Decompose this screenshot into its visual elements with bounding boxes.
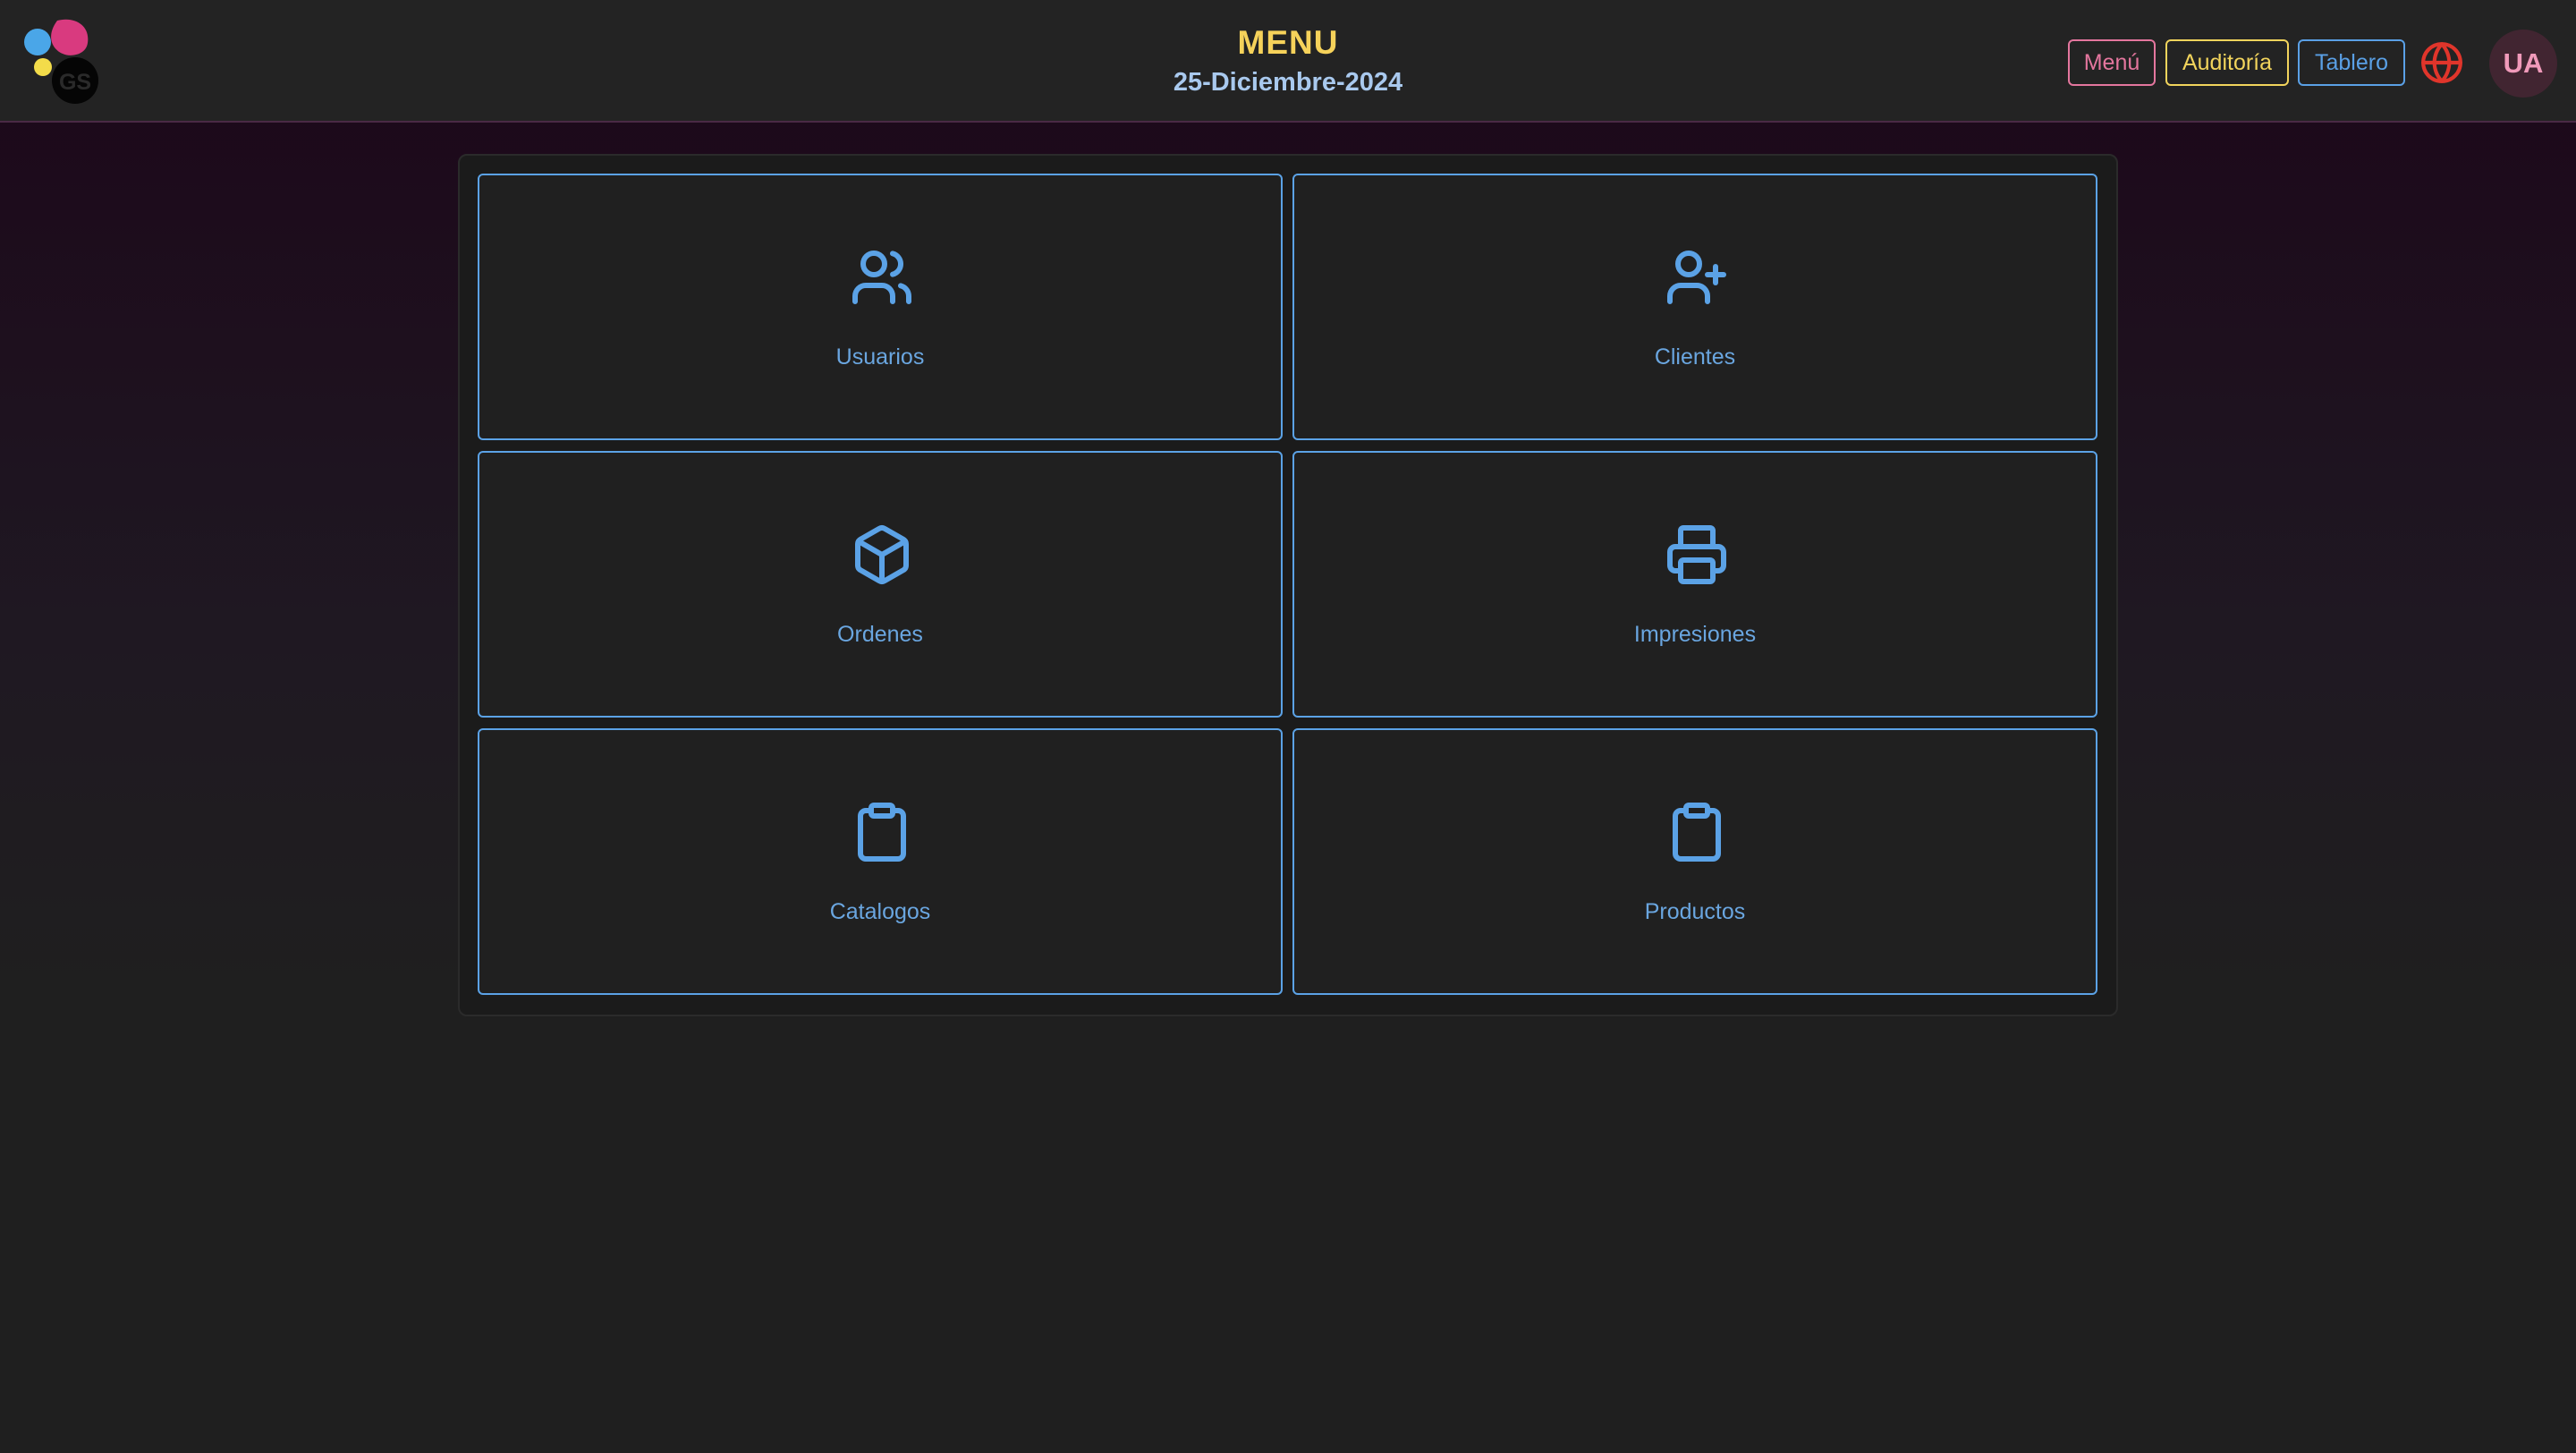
card-catalogos[interactable]: Catalogos: [478, 728, 1283, 995]
app-logo[interactable]: GS: [23, 18, 104, 107]
globe-icon[interactable]: [2419, 40, 2464, 85]
card-usuarios[interactable]: Usuarios: [478, 174, 1283, 440]
card-label: Clientes: [1654, 344, 1736, 370]
card-label: Productos: [1644, 899, 1746, 924]
current-date: 25-Diciembre-2024: [1173, 68, 1403, 97]
audit-button[interactable]: Auditoría: [2165, 39, 2289, 86]
users-icon: [852, 251, 911, 304]
user-avatar[interactable]: UA: [2489, 30, 2557, 98]
card-clientes[interactable]: Clientes: [1292, 174, 2097, 440]
card-label: Impresiones: [1633, 622, 1757, 647]
card-ordenes[interactable]: Ordenes: [478, 451, 1283, 718]
card-productos[interactable]: Productos: [1292, 728, 2097, 995]
menu-button[interactable]: Menú: [2068, 39, 2156, 86]
top-header: GS MENU 25-Diciembre-2024 Menú Auditoría…: [0, 0, 2576, 123]
card-impresiones[interactable]: Impresiones: [1292, 451, 2097, 718]
clipboard-icon: [858, 803, 906, 862]
card-label: Catalogos: [829, 899, 931, 924]
user-plus-icon: [1667, 251, 1726, 304]
clipboard-icon: [1673, 803, 1721, 862]
logo-text: GS: [59, 70, 91, 95]
menu-panel: Usuarios Clientes Ordenes Impresiones Ca…: [458, 154, 2118, 1016]
title-block: MENU 25-Diciembre-2024: [1109, 23, 1467, 100]
package-icon: [855, 525, 909, 584]
card-label: Usuarios: [835, 344, 925, 370]
printer-icon: [1667, 525, 1726, 584]
card-label: Ordenes: [837, 622, 923, 647]
dashboard-button[interactable]: Tablero: [2298, 39, 2405, 86]
page-title: MENU: [1237, 24, 1339, 61]
